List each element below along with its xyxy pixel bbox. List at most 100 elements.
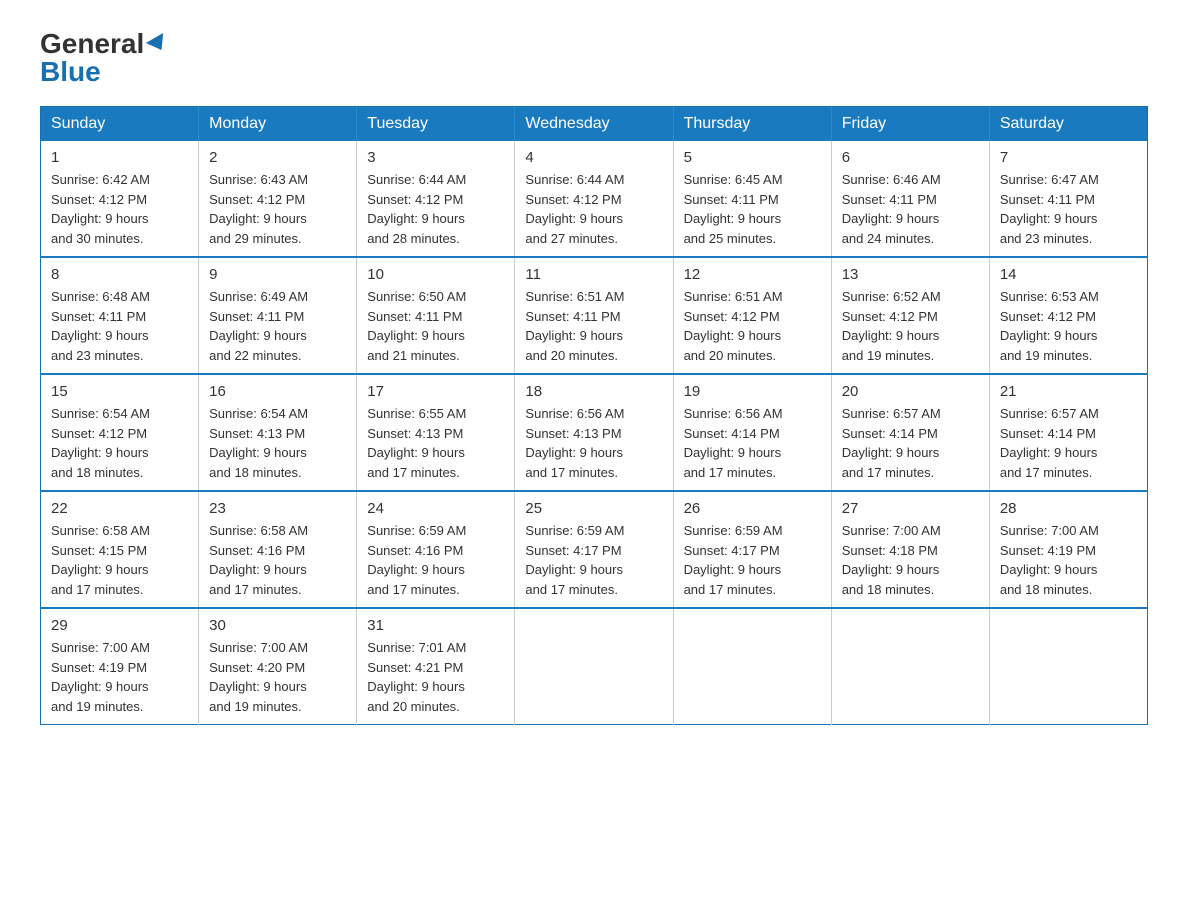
calendar-cell: 6 Sunrise: 6:46 AMSunset: 4:11 PMDayligh… bbox=[831, 141, 989, 257]
logo-general-text: General bbox=[40, 30, 144, 58]
calendar-cell: 28 Sunrise: 7:00 AMSunset: 4:19 PMDaylig… bbox=[989, 491, 1147, 608]
calendar-cell: 7 Sunrise: 6:47 AMSunset: 4:11 PMDayligh… bbox=[989, 141, 1147, 257]
day-info: Sunrise: 7:00 AMSunset: 4:20 PMDaylight:… bbox=[209, 638, 346, 716]
day-number: 23 bbox=[209, 500, 346, 517]
calendar-cell: 3 Sunrise: 6:44 AMSunset: 4:12 PMDayligh… bbox=[357, 141, 515, 257]
calendar-week-row: 29 Sunrise: 7:00 AMSunset: 4:19 PMDaylig… bbox=[41, 608, 1148, 725]
calendar-cell: 19 Sunrise: 6:56 AMSunset: 4:14 PMDaylig… bbox=[673, 374, 831, 491]
calendar-cell: 23 Sunrise: 6:58 AMSunset: 4:16 PMDaylig… bbox=[199, 491, 357, 608]
day-info: Sunrise: 7:00 AMSunset: 4:19 PMDaylight:… bbox=[1000, 521, 1137, 599]
day-number: 20 bbox=[842, 383, 979, 400]
day-info: Sunrise: 6:59 AMSunset: 4:17 PMDaylight:… bbox=[525, 521, 662, 599]
day-number: 9 bbox=[209, 266, 346, 283]
logo-blue-text: Blue bbox=[40, 58, 101, 86]
calendar-cell: 16 Sunrise: 6:54 AMSunset: 4:13 PMDaylig… bbox=[199, 374, 357, 491]
calendar-cell: 25 Sunrise: 6:59 AMSunset: 4:17 PMDaylig… bbox=[515, 491, 673, 608]
day-info: Sunrise: 6:46 AMSunset: 4:11 PMDaylight:… bbox=[842, 170, 979, 248]
calendar-cell: 24 Sunrise: 6:59 AMSunset: 4:16 PMDaylig… bbox=[357, 491, 515, 608]
day-number: 28 bbox=[1000, 500, 1137, 517]
calendar-cell: 15 Sunrise: 6:54 AMSunset: 4:12 PMDaylig… bbox=[41, 374, 199, 491]
day-info: Sunrise: 6:59 AMSunset: 4:16 PMDaylight:… bbox=[367, 521, 504, 599]
calendar-cell: 20 Sunrise: 6:57 AMSunset: 4:14 PMDaylig… bbox=[831, 374, 989, 491]
day-info: Sunrise: 6:54 AMSunset: 4:13 PMDaylight:… bbox=[209, 404, 346, 482]
day-number: 17 bbox=[367, 383, 504, 400]
day-number: 6 bbox=[842, 149, 979, 166]
day-info: Sunrise: 6:53 AMSunset: 4:12 PMDaylight:… bbox=[1000, 287, 1137, 365]
day-number: 8 bbox=[51, 266, 188, 283]
weekday-header-thursday: Thursday bbox=[673, 107, 831, 142]
day-info: Sunrise: 6:48 AMSunset: 4:11 PMDaylight:… bbox=[51, 287, 188, 365]
day-info: Sunrise: 6:42 AMSunset: 4:12 PMDaylight:… bbox=[51, 170, 188, 248]
day-info: Sunrise: 6:50 AMSunset: 4:11 PMDaylight:… bbox=[367, 287, 504, 365]
day-number: 7 bbox=[1000, 149, 1137, 166]
day-number: 25 bbox=[525, 500, 662, 517]
day-number: 29 bbox=[51, 617, 188, 634]
calendar-cell: 1 Sunrise: 6:42 AMSunset: 4:12 PMDayligh… bbox=[41, 141, 199, 257]
weekday-header-friday: Friday bbox=[831, 107, 989, 142]
day-number: 31 bbox=[367, 617, 504, 634]
calendar-cell: 4 Sunrise: 6:44 AMSunset: 4:12 PMDayligh… bbox=[515, 141, 673, 257]
day-info: Sunrise: 6:55 AMSunset: 4:13 PMDaylight:… bbox=[367, 404, 504, 482]
calendar-cell: 5 Sunrise: 6:45 AMSunset: 4:11 PMDayligh… bbox=[673, 141, 831, 257]
day-info: Sunrise: 6:49 AMSunset: 4:11 PMDaylight:… bbox=[209, 287, 346, 365]
day-info: Sunrise: 6:47 AMSunset: 4:11 PMDaylight:… bbox=[1000, 170, 1137, 248]
calendar-cell: 11 Sunrise: 6:51 AMSunset: 4:11 PMDaylig… bbox=[515, 257, 673, 374]
day-info: Sunrise: 6:45 AMSunset: 4:11 PMDaylight:… bbox=[684, 170, 821, 248]
weekday-header-saturday: Saturday bbox=[989, 107, 1147, 142]
day-info: Sunrise: 7:01 AMSunset: 4:21 PMDaylight:… bbox=[367, 638, 504, 716]
day-number: 12 bbox=[684, 266, 821, 283]
calendar-cell: 21 Sunrise: 6:57 AMSunset: 4:14 PMDaylig… bbox=[989, 374, 1147, 491]
day-number: 2 bbox=[209, 149, 346, 166]
day-info: Sunrise: 7:00 AMSunset: 4:19 PMDaylight:… bbox=[51, 638, 188, 716]
day-number: 30 bbox=[209, 617, 346, 634]
day-info: Sunrise: 6:51 AMSunset: 4:11 PMDaylight:… bbox=[525, 287, 662, 365]
day-info: Sunrise: 6:59 AMSunset: 4:17 PMDaylight:… bbox=[684, 521, 821, 599]
weekday-header-monday: Monday bbox=[199, 107, 357, 142]
day-info: Sunrise: 6:44 AMSunset: 4:12 PMDaylight:… bbox=[367, 170, 504, 248]
day-number: 4 bbox=[525, 149, 662, 166]
day-info: Sunrise: 6:43 AMSunset: 4:12 PMDaylight:… bbox=[209, 170, 346, 248]
day-info: Sunrise: 6:56 AMSunset: 4:14 PMDaylight:… bbox=[684, 404, 821, 482]
day-info: Sunrise: 6:57 AMSunset: 4:14 PMDaylight:… bbox=[1000, 404, 1137, 482]
day-info: Sunrise: 6:58 AMSunset: 4:15 PMDaylight:… bbox=[51, 521, 188, 599]
page-header: General Blue bbox=[40, 30, 1148, 86]
day-info: Sunrise: 7:00 AMSunset: 4:18 PMDaylight:… bbox=[842, 521, 979, 599]
calendar-cell bbox=[515, 608, 673, 725]
calendar-cell: 29 Sunrise: 7:00 AMSunset: 4:19 PMDaylig… bbox=[41, 608, 199, 725]
calendar-cell bbox=[831, 608, 989, 725]
day-info: Sunrise: 6:44 AMSunset: 4:12 PMDaylight:… bbox=[525, 170, 662, 248]
day-number: 16 bbox=[209, 383, 346, 400]
day-number: 15 bbox=[51, 383, 188, 400]
weekday-header-wednesday: Wednesday bbox=[515, 107, 673, 142]
day-info: Sunrise: 6:58 AMSunset: 4:16 PMDaylight:… bbox=[209, 521, 346, 599]
day-number: 24 bbox=[367, 500, 504, 517]
calendar-cell: 12 Sunrise: 6:51 AMSunset: 4:12 PMDaylig… bbox=[673, 257, 831, 374]
day-info: Sunrise: 6:52 AMSunset: 4:12 PMDaylight:… bbox=[842, 287, 979, 365]
calendar-cell: 10 Sunrise: 6:50 AMSunset: 4:11 PMDaylig… bbox=[357, 257, 515, 374]
calendar-week-row: 1 Sunrise: 6:42 AMSunset: 4:12 PMDayligh… bbox=[41, 141, 1148, 257]
day-number: 1 bbox=[51, 149, 188, 166]
day-info: Sunrise: 6:56 AMSunset: 4:13 PMDaylight:… bbox=[525, 404, 662, 482]
calendar-cell: 17 Sunrise: 6:55 AMSunset: 4:13 PMDaylig… bbox=[357, 374, 515, 491]
day-number: 22 bbox=[51, 500, 188, 517]
day-number: 10 bbox=[367, 266, 504, 283]
calendar-week-row: 8 Sunrise: 6:48 AMSunset: 4:11 PMDayligh… bbox=[41, 257, 1148, 374]
day-info: Sunrise: 6:57 AMSunset: 4:14 PMDaylight:… bbox=[842, 404, 979, 482]
calendar-cell: 27 Sunrise: 7:00 AMSunset: 4:18 PMDaylig… bbox=[831, 491, 989, 608]
calendar-cell: 31 Sunrise: 7:01 AMSunset: 4:21 PMDaylig… bbox=[357, 608, 515, 725]
day-number: 18 bbox=[525, 383, 662, 400]
calendar-cell: 18 Sunrise: 6:56 AMSunset: 4:13 PMDaylig… bbox=[515, 374, 673, 491]
calendar-cell: 8 Sunrise: 6:48 AMSunset: 4:11 PMDayligh… bbox=[41, 257, 199, 374]
day-number: 11 bbox=[525, 266, 662, 283]
calendar-table: SundayMondayTuesdayWednesdayThursdayFrid… bbox=[40, 106, 1148, 725]
day-info: Sunrise: 6:51 AMSunset: 4:12 PMDaylight:… bbox=[684, 287, 821, 365]
day-number: 19 bbox=[684, 383, 821, 400]
weekday-header-sunday: Sunday bbox=[41, 107, 199, 142]
day-number: 26 bbox=[684, 500, 821, 517]
calendar-cell: 13 Sunrise: 6:52 AMSunset: 4:12 PMDaylig… bbox=[831, 257, 989, 374]
day-info: Sunrise: 6:54 AMSunset: 4:12 PMDaylight:… bbox=[51, 404, 188, 482]
calendar-cell: 9 Sunrise: 6:49 AMSunset: 4:11 PMDayligh… bbox=[199, 257, 357, 374]
day-number: 27 bbox=[842, 500, 979, 517]
calendar-week-row: 22 Sunrise: 6:58 AMSunset: 4:15 PMDaylig… bbox=[41, 491, 1148, 608]
day-number: 21 bbox=[1000, 383, 1137, 400]
